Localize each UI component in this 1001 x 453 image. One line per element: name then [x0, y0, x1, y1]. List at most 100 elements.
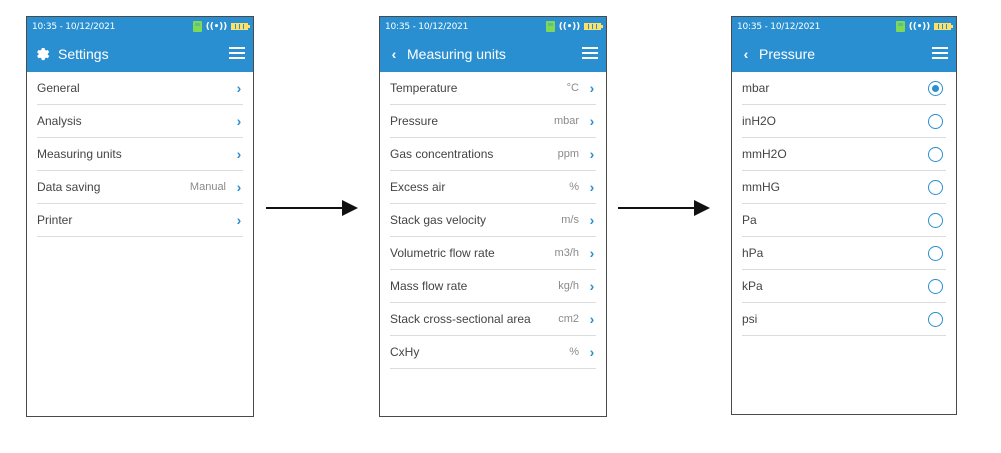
page-title: Pressure [759, 46, 816, 62]
unit-item-volumetric-flow-rate[interactable]: Volumetric flow rate m3/h › [390, 237, 596, 270]
list-item-label: Temperature [390, 81, 458, 95]
pressure-option-kpa[interactable]: kPa [742, 270, 946, 303]
pressure-option-mmhg[interactable]: mmHG [742, 171, 946, 204]
pressure-options-list: mbar inH2O mmH2O mmHG Pa hPa kPa psi [732, 72, 956, 336]
option-label: inH2O [742, 114, 777, 128]
battery-icon [231, 23, 250, 30]
status-bar: 10:35 - 10/12/2021 ((•)) [385, 21, 603, 34]
radio-button[interactable] [928, 312, 943, 327]
chevron-right-icon: › [589, 146, 595, 162]
unit-item-pressure[interactable]: Pressure mbar › [390, 105, 596, 138]
status-time: 10:35 - 10/12/2021 [385, 22, 469, 32]
list-item-label: Stack gas velocity [390, 213, 487, 227]
chevron-right-icon: › [589, 212, 595, 228]
radio-button[interactable] [928, 279, 943, 294]
list-item-value: °C [566, 82, 579, 94]
settings-item-data-saving[interactable]: Data saving Manual › [37, 171, 243, 204]
unit-item-stack-cross-sectional-area[interactable]: Stack cross-sectional area cm2 › [390, 303, 596, 336]
chevron-right-icon: › [236, 146, 242, 162]
page-title: Measuring units [407, 46, 506, 62]
unit-item-excess-air[interactable]: Excess air % › [390, 171, 596, 204]
pressure-option-pa[interactable]: Pa [742, 204, 946, 237]
list-item-label: Mass flow rate [390, 279, 468, 293]
wireless-icon: ((•)) [908, 21, 930, 32]
list-item-value: m3/h [554, 247, 579, 259]
list-item-value: kg/h [558, 280, 579, 292]
option-label: mbar [742, 81, 770, 95]
chevron-right-icon: › [589, 113, 595, 129]
pressure-option-psi[interactable]: psi [742, 303, 946, 336]
usb-icon [895, 21, 905, 32]
list-item-label: Excess air [390, 180, 446, 194]
radio-button[interactable] [928, 147, 943, 162]
list-item-value: m/s [561, 214, 579, 226]
settings-screen: 10:35 - 10/12/2021 ((•)) Settings Genera… [26, 16, 254, 417]
list-item-value: % [569, 181, 579, 193]
flow-arrow-icon [266, 200, 358, 216]
list-item-label: Stack cross-sectional area [390, 312, 531, 326]
option-label: Pa [742, 213, 757, 227]
list-item-value: ppm [557, 148, 579, 160]
option-label: hPa [742, 246, 764, 260]
list-item-value: cm2 [558, 313, 579, 325]
settings-item-general[interactable]: General › [37, 72, 243, 105]
status-time: 10:35 - 10/12/2021 [32, 22, 116, 32]
unit-item-stack-gas-velocity[interactable]: Stack gas velocity m/s › [390, 204, 596, 237]
chevron-right-icon: › [589, 278, 595, 294]
pressure-option-inh2o[interactable]: inH2O [742, 105, 946, 138]
settings-item-analysis[interactable]: Analysis › [37, 105, 243, 138]
wireless-icon: ((•)) [558, 21, 580, 32]
list-item-value: Manual [189, 181, 226, 193]
chevron-right-icon: › [589, 80, 595, 96]
radio-button[interactable] [928, 213, 943, 228]
gear-icon [37, 48, 50, 61]
chevron-right-icon: › [236, 80, 242, 96]
header: 10:35 - 10/12/2021 ((•)) ‹ Pressure [732, 17, 956, 72]
hamburger-menu-icon[interactable] [582, 47, 598, 60]
list-item-label: Gas concentrations [390, 147, 494, 161]
units-list: Temperature °C › Pressure mbar › Gas con… [380, 72, 606, 369]
list-item-label: CxHy [390, 345, 420, 359]
radio-button[interactable] [928, 180, 943, 195]
chevron-right-icon: › [236, 179, 242, 195]
status-time: 10:35 - 10/12/2021 [737, 22, 821, 32]
chevron-right-icon: › [589, 179, 595, 195]
list-item-label: Analysis [37, 114, 82, 128]
settings-item-printer[interactable]: Printer › [37, 204, 243, 237]
settings-list: General › Analysis › Measuring units › D… [27, 72, 253, 237]
chevron-right-icon: › [236, 212, 242, 228]
usb-icon [545, 21, 555, 32]
hamburger-menu-icon[interactable] [932, 47, 948, 60]
pressure-option-mmh2o[interactable]: mmH2O [742, 138, 946, 171]
list-item-value: mbar [553, 115, 579, 127]
battery-icon [584, 23, 603, 30]
list-item-value: % [569, 346, 579, 358]
hamburger-menu-icon[interactable] [229, 47, 245, 60]
option-label: mmHG [742, 180, 780, 194]
pressure-option-hpa[interactable]: hPa [742, 237, 946, 270]
status-bar: 10:35 - 10/12/2021 ((•)) [32, 21, 250, 34]
list-item-label: Data saving [37, 180, 101, 194]
chevron-right-icon: › [236, 113, 242, 129]
pressure-option-mbar[interactable]: mbar [742, 72, 946, 105]
settings-item-measuring-units[interactable]: Measuring units › [37, 138, 243, 171]
radio-button[interactable] [928, 81, 943, 96]
chevron-left-icon[interactable]: ‹ [739, 46, 753, 62]
option-label: kPa [742, 279, 763, 293]
flow-arrow-icon [618, 200, 710, 216]
unit-item-cxhy[interactable]: CxHy % › [390, 336, 596, 369]
usb-icon [192, 21, 202, 32]
unit-item-mass-flow-rate[interactable]: Mass flow rate kg/h › [390, 270, 596, 303]
radio-button[interactable] [928, 114, 943, 129]
list-item-label: General [37, 81, 80, 95]
list-item-label: Pressure [390, 114, 439, 128]
header: 10:35 - 10/12/2021 ((•)) Settings [27, 17, 253, 72]
radio-button[interactable] [928, 246, 943, 261]
battery-icon [934, 23, 953, 30]
chevron-right-icon: › [589, 311, 595, 327]
list-item-label: Volumetric flow rate [390, 246, 495, 260]
unit-item-temperature[interactable]: Temperature °C › [390, 72, 596, 105]
unit-item-gas-concentrations[interactable]: Gas concentrations ppm › [390, 138, 596, 171]
option-label: psi [742, 312, 758, 326]
chevron-left-icon[interactable]: ‹ [387, 46, 401, 62]
